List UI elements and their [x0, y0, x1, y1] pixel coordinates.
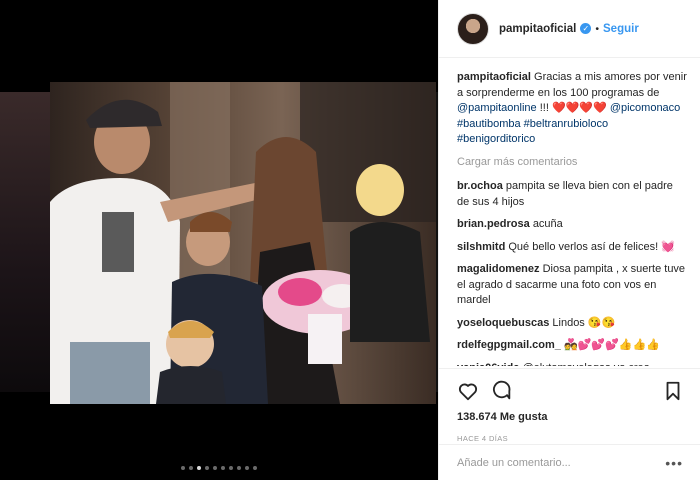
- comment-username[interactable]: rdelfegpgmail.com_: [457, 339, 561, 351]
- heart-icon[interactable]: [457, 380, 479, 405]
- carousel-dot[interactable]: [205, 466, 209, 470]
- comment-item: br.ochoa pampita se lleva bien con el pa…: [457, 179, 687, 210]
- comment-text: Qué bello verlos así de felices! 💓: [508, 240, 675, 253]
- post-side-panel: pampitaoficial ✓ • Seguir pampitaoficial…: [438, 0, 700, 480]
- comment-item: magalidomenez Diosa pampita , x suerte t…: [457, 262, 687, 309]
- carousel-dot[interactable]: [253, 466, 257, 470]
- caption-mention-pampitaonline[interactable]: @pampitaonline: [457, 102, 537, 114]
- post-header: pampitaoficial ✓ • Seguir: [439, 0, 700, 58]
- post-actions: 138.674 Me gusta HACE 4 DÍAS: [439, 368, 700, 443]
- comment-text: 💑💕💕💕👍👍👍: [563, 339, 660, 351]
- comment-text: acuña: [532, 218, 563, 230]
- follow-button[interactable]: Seguir: [603, 23, 639, 35]
- action-icons: [457, 379, 683, 405]
- comment-item: rdelfegpgmail.com_ 💑💕💕💕👍👍👍: [457, 338, 687, 354]
- carousel-dot[interactable]: [213, 466, 217, 470]
- header-username[interactable]: pampitaoficial: [499, 23, 576, 35]
- comment-text: @elutamavelagas yo creo: [522, 362, 649, 367]
- comment-item: brian.pedrosa acuña: [457, 217, 687, 233]
- carousel-dot[interactable]: [189, 466, 193, 470]
- post-photo[interactable]: [50, 82, 436, 404]
- comment-username[interactable]: magalidomenez: [457, 263, 540, 275]
- caption-mention-picomonaco[interactable]: @picomonaco: [610, 102, 680, 114]
- carousel-dot[interactable]: [237, 466, 241, 470]
- caption-username[interactable]: pampitaoficial: [457, 71, 531, 83]
- avatar[interactable]: [457, 12, 489, 45]
- carousel-dot[interactable]: [181, 466, 185, 470]
- comment-item: vania06vida @elutamavelagas yo creo: [457, 361, 687, 367]
- comment-item: silshmitd Qué bello verlos así de felice…: [457, 240, 687, 256]
- carousel-dot[interactable]: [229, 466, 233, 470]
- verified-badge-icon: ✓: [580, 23, 592, 34]
- header-separator: •: [595, 22, 600, 35]
- comment-entries: br.ochoa pampita se lleva bien con el pa…: [457, 179, 687, 366]
- likes-count[interactable]: 138.674 Me gusta: [457, 411, 683, 423]
- carousel-indicator: [0, 466, 438, 470]
- add-comment-bar: •••: [439, 444, 700, 480]
- load-more-comments-link[interactable]: Cargar más comentarios: [457, 155, 687, 171]
- previous-post-preview[interactable]: [0, 92, 50, 392]
- more-options-icon[interactable]: •••: [665, 455, 683, 471]
- photo-illustration: [50, 82, 436, 404]
- carousel-dot[interactable]: [221, 466, 225, 470]
- comment-username[interactable]: vania06vida: [457, 362, 519, 367]
- post-timestamp: HACE 4 DÍAS: [457, 434, 509, 443]
- comment-input[interactable]: [457, 456, 666, 469]
- comment-username[interactable]: brian.pedrosa: [457, 218, 530, 230]
- comment-item: yoseloquebuscas Lindos 😘😘: [457, 316, 687, 332]
- comment-username[interactable]: br.ochoa: [457, 180, 503, 192]
- carousel-dot[interactable]: [245, 466, 249, 470]
- caption: pampitaoficial Gracias a mis amores por …: [457, 70, 687, 148]
- comment-username[interactable]: yoseloquebuscas: [457, 317, 549, 329]
- comment-icon[interactable]: [491, 380, 513, 405]
- caption-text-2: !!! ❤️❤️❤️❤️: [539, 102, 607, 114]
- carousel-dot[interactable]: [197, 466, 201, 470]
- comment-text: Lindos 😘😘: [552, 316, 616, 329]
- bookmark-icon[interactable]: [663, 380, 683, 405]
- comments-list[interactable]: pampitaoficial Gracias a mis amores por …: [457, 70, 687, 366]
- caption-hashtag-benigorditorico[interactable]: #benigorditorico: [457, 133, 535, 145]
- caption-hashtag-bautibomba[interactable]: #bautibomba: [457, 118, 521, 130]
- comment-username[interactable]: silshmitd: [457, 241, 505, 253]
- caption-hashtag-beltranrubioloco[interactable]: #beltranrubioloco: [524, 118, 608, 130]
- post-media-area: [0, 0, 438, 480]
